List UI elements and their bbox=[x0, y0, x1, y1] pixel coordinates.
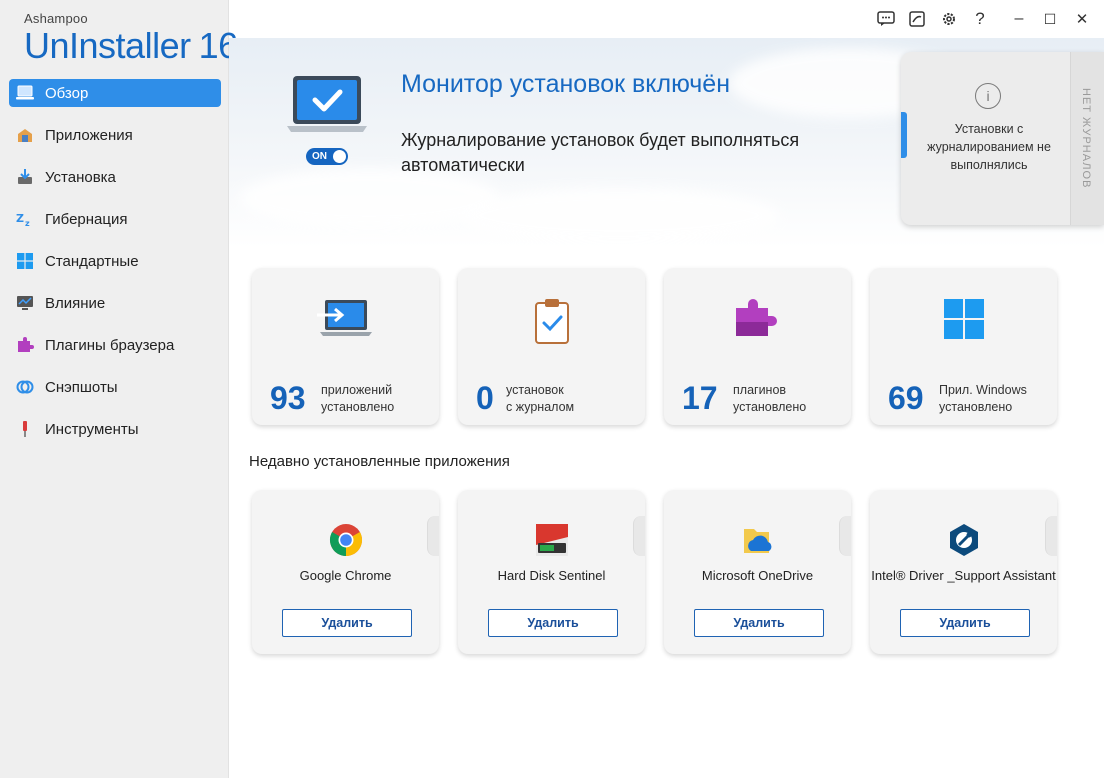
skin-icon[interactable] bbox=[906, 8, 928, 30]
journal-panel-handle bbox=[901, 112, 907, 158]
stat-label-line2: установлено bbox=[733, 400, 807, 414]
sleep-icon: Zz bbox=[16, 210, 34, 228]
chrome-icon bbox=[252, 523, 439, 557]
app-name: Google Chrome bbox=[299, 568, 392, 583]
uninstall-button[interactable]: Удалить bbox=[900, 609, 1030, 637]
sidebar-nav: Обзор Приложения Установка Zz Гибернация… bbox=[9, 79, 221, 457]
stat-label: Прил. Windows установлено bbox=[939, 382, 1027, 416]
sidebar-item-label: Инструменты bbox=[45, 420, 139, 438]
sidebar-item-standard[interactable]: Стандартные bbox=[9, 247, 221, 275]
stat-label-line2: установлено bbox=[939, 400, 1013, 414]
sidebar: Ashampoo UnInstaller 16 Обзор Приложения … bbox=[0, 0, 238, 778]
cloud-decoration bbox=[459, 188, 779, 243]
close-button[interactable]: ✕ bbox=[1071, 8, 1093, 30]
app-name: Intel® Driver _Support Assistant bbox=[871, 568, 1056, 583]
stat-label-line2: с журналом bbox=[506, 400, 575, 414]
stat-label: установок с журналом bbox=[506, 382, 574, 416]
uninstall-button[interactable]: Удалить bbox=[282, 609, 412, 637]
sidebar-item-label: Установка bbox=[45, 168, 116, 186]
gear-icon[interactable] bbox=[938, 8, 960, 30]
recent-app-card[interactable]: Hard Disk Sentinel Удалить bbox=[458, 490, 645, 654]
journal-tab-label: НЕТ ЖУРНАЛОВ bbox=[1080, 88, 1092, 189]
sidebar-item-hibernation[interactable]: Zz Гибернация bbox=[9, 205, 221, 233]
stat-card-installed-apps[interactable]: 93 приложений установлено bbox=[252, 268, 439, 425]
sidebar-item-snapshots[interactable]: Снэпшоты bbox=[9, 373, 221, 401]
recent-app-card[interactable]: Microsoft OneDrive Удалить bbox=[664, 490, 851, 654]
sidebar-item-label: Стандартные bbox=[45, 252, 139, 270]
recent-app-card[interactable]: Google Chrome Удалить bbox=[252, 490, 439, 654]
stat-value: 69 bbox=[888, 380, 924, 416]
stat-label-line1: приложений bbox=[321, 383, 393, 397]
stat-label-line2: установлено bbox=[321, 400, 395, 414]
recent-app-card[interactable]: Intel® Driver _Support Assistant Удалить bbox=[870, 490, 1057, 654]
info-icon: i bbox=[975, 83, 1001, 109]
onedrive-icon bbox=[664, 523, 851, 557]
laptop-icon bbox=[16, 84, 34, 102]
svg-text:z: z bbox=[25, 219, 30, 228]
sidebar-item-label: Плагины браузера bbox=[45, 336, 175, 354]
brand-product-name: UnInstaller bbox=[24, 25, 191, 66]
sidebar-item-browser-plugins[interactable]: Плагины браузера bbox=[9, 331, 221, 359]
toggle-knob bbox=[333, 150, 346, 163]
sidebar-item-label: Обзор bbox=[45, 84, 89, 102]
sidebar-item-label: Гибернация bbox=[45, 210, 128, 228]
stat-card-windows-apps[interactable]: 69 Прил. Windows установлено bbox=[870, 268, 1057, 425]
banner-title: Монитор установок включён bbox=[401, 70, 731, 98]
recent-apps-heading: Недавно установленные приложения bbox=[249, 453, 510, 470]
apps-icon bbox=[16, 126, 34, 144]
snapshot-icon bbox=[16, 378, 34, 396]
sidebar-item-label: Приложения bbox=[45, 126, 133, 144]
plugin-icon bbox=[16, 336, 34, 354]
sidebar-item-tools[interactable]: Инструменты bbox=[9, 415, 221, 443]
brand-logo: Ashampoo UnInstaller 16 bbox=[24, 11, 238, 64]
stat-card-browser-plugins[interactable]: 17 плагинов установлено bbox=[664, 268, 851, 425]
install-icon bbox=[16, 168, 34, 186]
stat-label-line1: плагинов bbox=[733, 383, 787, 397]
monitor-laptop-icon bbox=[287, 76, 367, 145]
app-name: Microsoft OneDrive bbox=[701, 568, 814, 583]
uninstall-button[interactable]: Удалить bbox=[488, 609, 618, 637]
minimize-button[interactable]: – bbox=[1008, 8, 1030, 30]
toggle-label: ON bbox=[312, 151, 327, 162]
tools-icon bbox=[16, 420, 34, 438]
stat-label-line1: Прил. Windows bbox=[939, 383, 1027, 397]
monitor-toggle[interactable]: ON bbox=[306, 148, 348, 165]
intel-dsa-icon bbox=[870, 523, 1057, 557]
sidebar-item-install[interactable]: Установка bbox=[9, 163, 221, 191]
stat-label: плагинов установлено bbox=[733, 382, 806, 416]
impact-icon bbox=[16, 294, 34, 312]
sidebar-item-impact[interactable]: Влияние bbox=[9, 289, 221, 317]
hdd-sentinel-icon bbox=[458, 523, 645, 557]
clipboard-check-icon bbox=[458, 298, 645, 348]
sidebar-item-overview[interactable]: Обзор bbox=[9, 79, 221, 107]
uninstall-button[interactable]: Удалить bbox=[694, 609, 824, 637]
journal-tab[interactable]: НЕТ ЖУРНАЛОВ bbox=[1070, 52, 1104, 225]
journal-panel[interactable]: i Установки с журналированием не выполня… bbox=[901, 52, 1104, 225]
stat-value: 17 bbox=[682, 380, 718, 416]
brand-product: UnInstaller 16 bbox=[24, 28, 238, 64]
journal-status-text: Установки с журналированием не выполняли… bbox=[927, 122, 1051, 172]
sidebar-item-label: Снэпшоты bbox=[45, 378, 118, 396]
maximize-button[interactable]: ☐ bbox=[1039, 8, 1061, 30]
stat-value: 0 bbox=[476, 380, 494, 416]
sidebar-item-apps[interactable]: Приложения bbox=[9, 121, 221, 149]
stat-card-logged-installs[interactable]: 0 установок с журналом bbox=[458, 268, 645, 425]
puzzle-icon bbox=[664, 298, 851, 348]
titlebar: ? – ☐ ✕ bbox=[229, 0, 1104, 38]
windows-icon bbox=[16, 252, 34, 270]
feedback-icon[interactable] bbox=[875, 8, 897, 30]
svg-text:Z: Z bbox=[16, 212, 24, 225]
stat-value: 93 bbox=[270, 380, 306, 416]
app-name: Hard Disk Sentinel bbox=[497, 568, 606, 583]
stat-label: приложений установлено bbox=[321, 382, 394, 416]
banner-subtitle: Журналирование установок будет выполнять… bbox=[401, 130, 800, 175]
stat-label-line1: установок bbox=[506, 383, 564, 397]
brand-vendor: Ashampoo bbox=[24, 11, 88, 26]
windows-logo-icon bbox=[870, 298, 1057, 348]
laptop-arrow-icon bbox=[252, 298, 439, 348]
help-icon[interactable]: ? bbox=[969, 8, 991, 30]
sidebar-item-label: Влияние bbox=[45, 294, 106, 312]
